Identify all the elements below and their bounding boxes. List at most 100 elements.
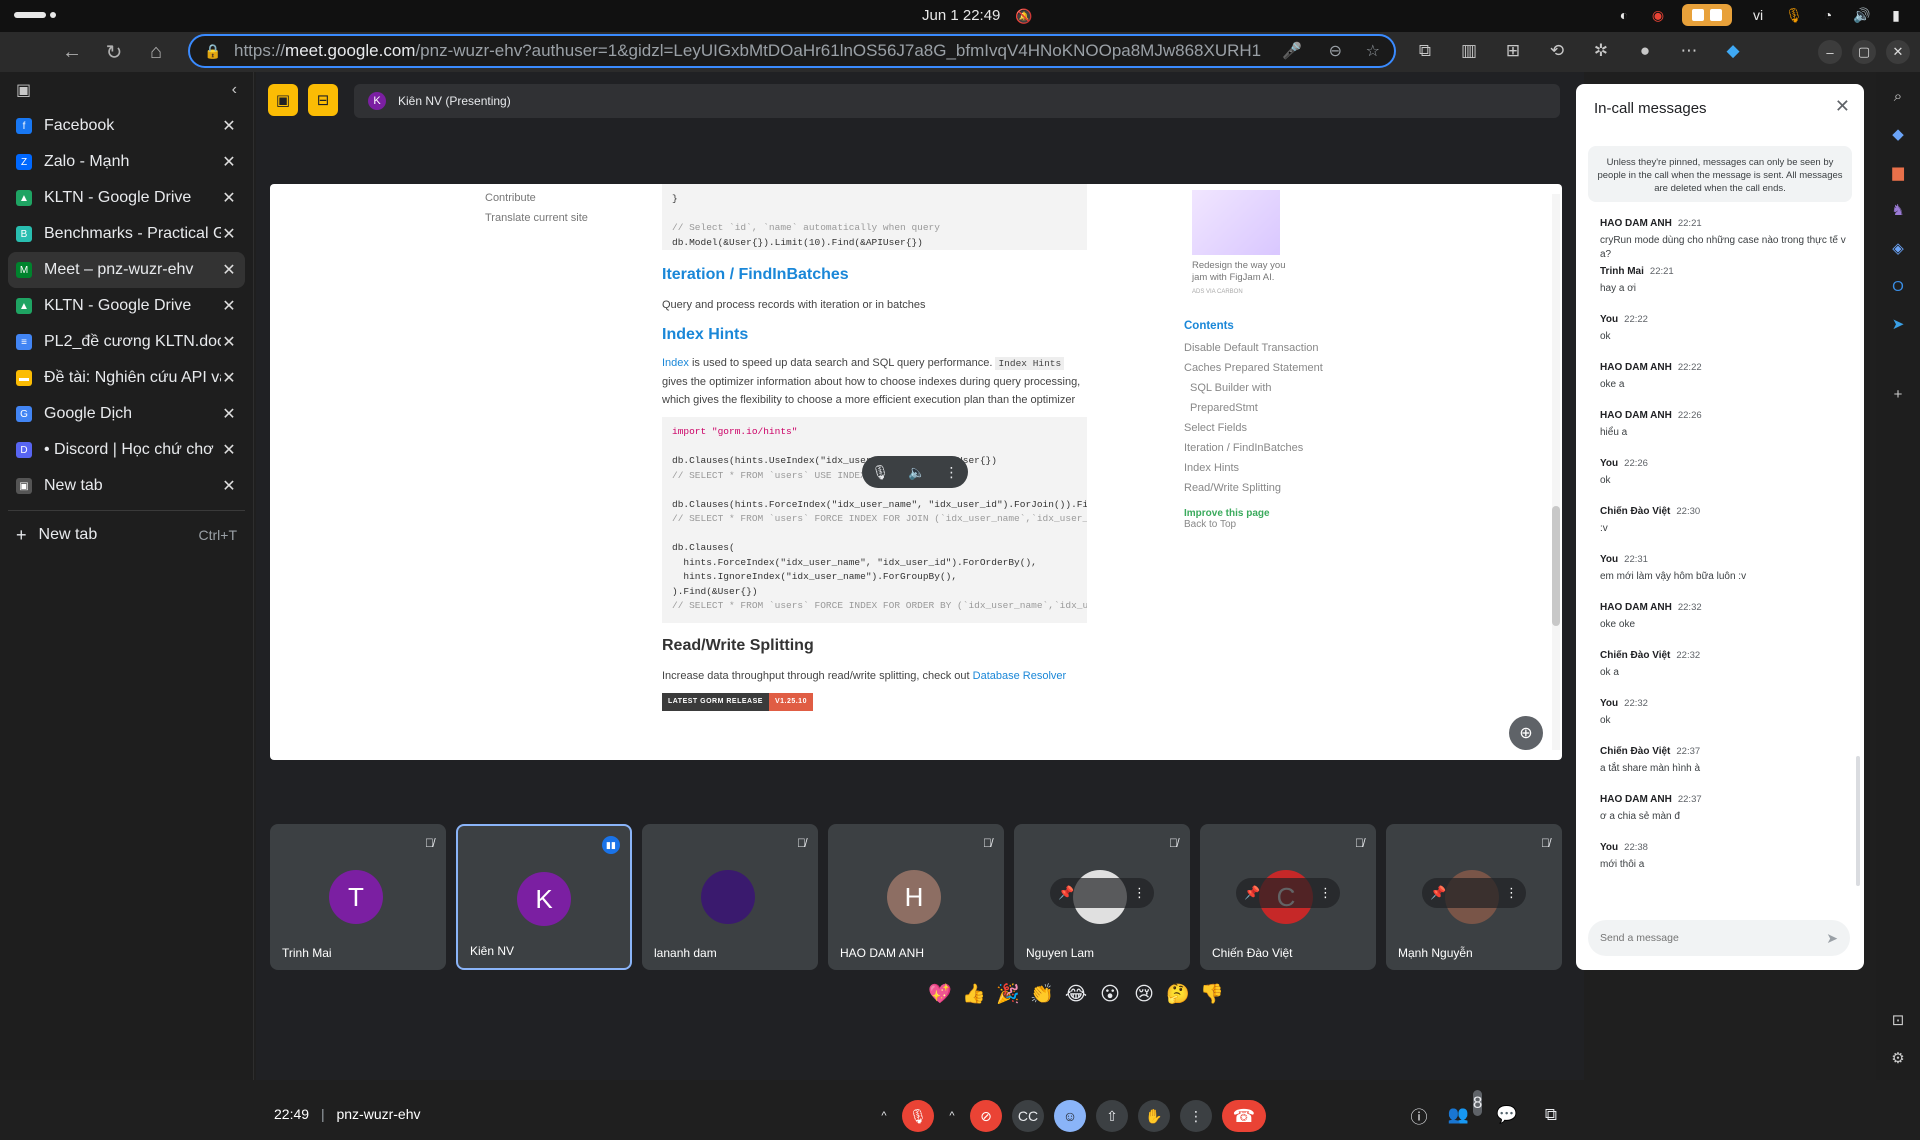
participant-tile[interactable]: T 🎙̸ Trinh Mai — [270, 824, 446, 970]
info-icon[interactable]: ⓘ — [1406, 1102, 1432, 1128]
microphone-icon[interactable]: 🎙 — [1784, 5, 1804, 25]
pin-presentation-button[interactable]: ⊟ — [308, 84, 338, 116]
voice-search-icon[interactable]: 🎤 — [1282, 41, 1302, 61]
more-options-icon[interactable]: ⋮ — [945, 464, 959, 481]
app-indicator-icon[interactable]: ◐ — [1614, 5, 1634, 25]
more-icon[interactable]: ⋮ — [1505, 885, 1518, 901]
people-icon[interactable]: 👥 8 — [1448, 1090, 1483, 1128]
layout-toggle-button[interactable]: ▣ — [268, 84, 298, 116]
raise-hand-button[interactable]: ✋ — [1138, 1100, 1170, 1132]
tab-2[interactable]: ▲ KLTN - Google Drive ✕ — [8, 180, 245, 216]
release-badge[interactable]: LATEST GORM RELEASE V1.25.10 — [662, 693, 1087, 711]
improve-page-link[interactable]: Improve this page — [1184, 508, 1334, 519]
system-clock[interactable]: Jun 1 22:49 — [922, 7, 1000, 24]
present-button[interactable]: ⇧ — [1096, 1100, 1128, 1132]
copilot-icon[interactable]: ◆ — [1718, 36, 1748, 66]
participant-tile[interactable]: 🎙̸ 📌 ⋮ Nguyen Lam — [1014, 824, 1190, 970]
more-icon[interactable]: ⋮ — [1133, 885, 1146, 901]
camera-toggle-button[interactable]: ⊘ — [970, 1100, 1002, 1132]
reaction-emoji[interactable]: 😮 — [1098, 982, 1122, 1006]
close-tab-icon[interactable]: ✕ — [221, 116, 237, 136]
close-tab-icon[interactable]: ✕ — [221, 152, 237, 172]
close-tab-icon[interactable]: ✕ — [221, 368, 237, 388]
pin-icon[interactable]: 📌 — [1244, 885, 1260, 901]
send-icon[interactable]: ➤ — [1826, 930, 1838, 947]
toc-item[interactable]: Read/Write Splitting — [1184, 478, 1334, 498]
close-tab-icon[interactable]: ✕ — [221, 332, 237, 352]
input-language[interactable]: vi — [1746, 7, 1770, 23]
database-resolver-link[interactable]: Database Resolver — [973, 670, 1067, 682]
zoom-in-button[interactable]: ⊕ — [1509, 716, 1543, 750]
reaction-emoji[interactable]: 👍 — [962, 982, 986, 1006]
reaction-emoji[interactable]: 😂 — [1064, 982, 1088, 1006]
maximize-button[interactable]: ▢ — [1852, 40, 1876, 64]
volume-icon[interactable]: 🔊 — [1852, 5, 1872, 25]
chrome-icon[interactable]: ◉ — [1648, 5, 1668, 25]
mic-toggle-button[interactable]: 🎙 — [902, 1100, 934, 1132]
home-button[interactable]: ⌂ — [140, 36, 172, 68]
pin-icon[interactable]: 📌 — [1430, 885, 1446, 901]
address-bar[interactable]: 🔒 https://meet.google.com/pnz-wuzr-ehv?a… — [188, 34, 1396, 68]
zoom-icon[interactable]: ⊖ — [1329, 41, 1342, 61]
carbon-ad-image[interactable] — [1192, 190, 1280, 255]
chat-scrollbar[interactable] — [1856, 756, 1860, 886]
speaker-icon[interactable]: 🔈 — [908, 464, 925, 481]
mic-off-icon[interactable]: 🎙 — [871, 464, 889, 481]
bookmark-star-icon[interactable]: ☆ — [1366, 41, 1380, 61]
more-icon[interactable]: ⋮ — [1319, 885, 1332, 901]
tab-3[interactable]: B Benchmarks - Practical Go ✕ — [8, 216, 245, 252]
nav-link-translate[interactable]: Translate current site — [485, 208, 588, 228]
pin-icon[interactable]: 📌 — [1058, 885, 1074, 901]
participant-tile[interactable]: K ▮▮ Kiên NV — [456, 824, 632, 970]
chat-icon[interactable]: 💬 — [1494, 1102, 1520, 1128]
message-input[interactable] — [1600, 932, 1827, 944]
url-text[interactable]: https://meet.google.com/pnz-wuzr-ehv?aut… — [234, 41, 1264, 61]
reaction-emoji[interactable]: 💖 — [928, 982, 952, 1006]
collapse-sidebar-icon[interactable]: ‹ — [232, 81, 237, 99]
performance-icon[interactable]: ✲ — [1586, 36, 1616, 66]
close-tab-icon[interactable]: ✕ — [221, 296, 237, 316]
close-tab-icon[interactable]: ✕ — [221, 476, 237, 496]
index-link[interactable]: Index — [662, 357, 689, 369]
toc-item[interactable]: Disable Default Transaction — [1184, 338, 1334, 358]
reaction-emoji[interactable]: 😢 — [1132, 982, 1156, 1006]
toc-item[interactable]: SQL Builder with PreparedStmt — [1184, 378, 1334, 418]
toc-item[interactable]: Select Fields — [1184, 418, 1334, 438]
participant-tile[interactable]: C🎙̸📌⋮Chiến Đào Việt — [1200, 824, 1376, 970]
settings-icon[interactable]: ⚙ — [1888, 1048, 1908, 1068]
tab-8[interactable]: G Google Dịch ✕ — [8, 396, 245, 432]
close-tab-icon[interactable]: ✕ — [221, 440, 237, 460]
reaction-emoji[interactable]: 🤔 — [1166, 982, 1190, 1006]
more-menu-icon[interactable]: ⋯ — [1674, 36, 1704, 66]
telegram-icon[interactable]: ➤ — [1888, 314, 1908, 334]
activities-indicator[interactable] — [14, 12, 46, 18]
shopping-icon[interactable]: ▆ — [1888, 162, 1908, 182]
tab-7[interactable]: ▬ Đề tài: Nghiên cứu API và ✕ — [8, 360, 245, 396]
close-icon[interactable]: ✕ — [1835, 96, 1850, 117]
chat-input-box[interactable]: ➤ — [1588, 920, 1850, 956]
close-window-button[interactable]: ✕ — [1886, 40, 1910, 64]
tab-5[interactable]: ▲ KLTN - Google Drive ✕ — [8, 288, 245, 324]
tab-1[interactable]: Z Zalo - Mạnh ✕ — [8, 144, 245, 180]
copilot-rail-icon[interactable]: ◈ — [1888, 238, 1908, 258]
minimize-button[interactable]: – — [1818, 40, 1842, 64]
toc-item[interactable]: Caches Prepared Statement — [1184, 358, 1334, 378]
screenshot-icon[interactable]: ⊡ — [1888, 1010, 1908, 1030]
close-tab-icon[interactable]: ✕ — [221, 224, 237, 244]
tab-4[interactable]: M Meet – pnz-wuzr-ehv ✕ — [8, 252, 245, 288]
captions-button[interactable]: CC — [1012, 1100, 1044, 1132]
nav-link-contribute[interactable]: Contribute — [485, 188, 588, 208]
reaction-emoji[interactable]: 👎 — [1200, 982, 1224, 1006]
screen-share-indicator[interactable] — [1682, 4, 1732, 26]
history-icon[interactable]: ⟲ — [1542, 36, 1572, 66]
reaction-emoji[interactable]: 🎉 — [996, 982, 1020, 1006]
collections-icon[interactable]: ⊞ — [1498, 36, 1528, 66]
tab-10[interactable]: ▣ New tab ✕ — [8, 468, 245, 504]
close-tab-icon[interactable]: ✕ — [221, 404, 237, 424]
leave-call-button[interactable]: ☎ — [1222, 1100, 1266, 1132]
video-options-chevron[interactable]: ^ — [944, 1100, 960, 1132]
audio-options-chevron[interactable]: ^ — [876, 1100, 892, 1132]
activities-icon[interactable]: ⧉ — [1538, 1102, 1564, 1128]
search-icon[interactable]: ⌕ — [1888, 86, 1908, 106]
close-tab-icon[interactable]: ✕ — [221, 260, 237, 280]
